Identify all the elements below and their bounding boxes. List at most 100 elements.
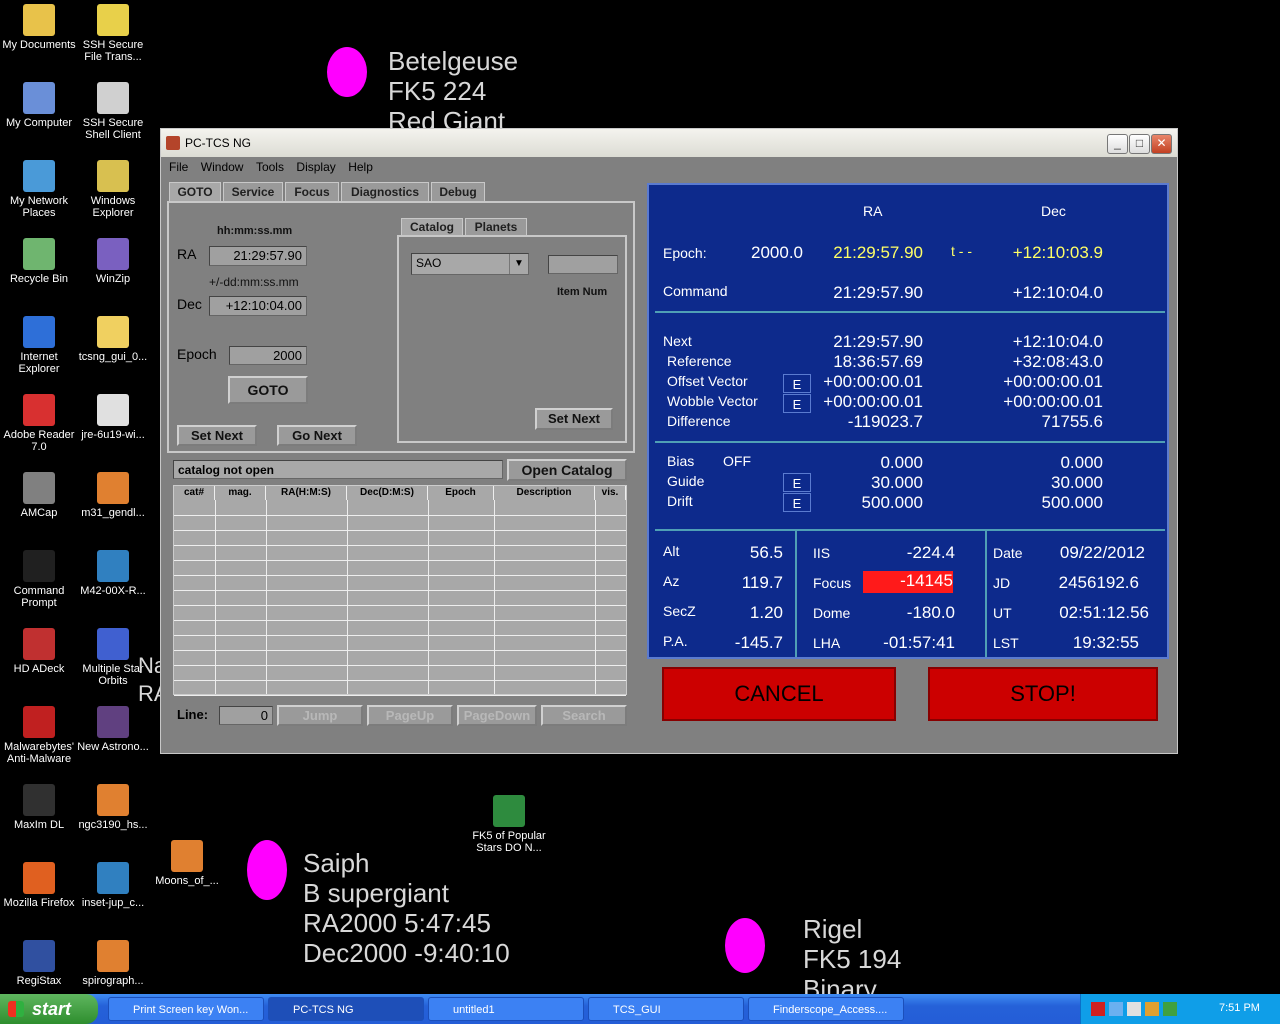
tab-goto[interactable]: GOTO xyxy=(169,182,221,201)
desktop-icon-registax[interactable]: RegiStax xyxy=(0,940,78,987)
desktop-icon-malwarebytes[interactable]: Malwarebytes' Anti-Malware xyxy=(0,706,78,765)
my-network-places-icon xyxy=(23,160,55,192)
task-untitled1[interactable]: untitled1 xyxy=(428,997,584,1021)
desktop-icon-label: AMCap xyxy=(20,507,58,519)
epoch-input[interactable]: 2000 xyxy=(229,346,307,365)
goto-button[interactable]: GOTO xyxy=(228,376,308,404)
wobble-vector-edit-button[interactable]: E xyxy=(783,394,811,413)
col-description[interactable]: Description xyxy=(494,486,595,500)
tab-focus[interactable]: Focus xyxy=(285,182,339,201)
stop-button[interactable]: STOP! xyxy=(928,667,1158,721)
jump-button[interactable]: Jump xyxy=(277,705,363,726)
reference-label: Reference xyxy=(667,353,732,369)
set-next-button[interactable]: Set Next xyxy=(177,425,257,446)
go-next-button[interactable]: Go Next xyxy=(277,425,357,446)
volume-icon[interactable] xyxy=(1127,1002,1141,1016)
desktop-icon-maxim-dl[interactable]: MaxIm DL xyxy=(0,784,78,831)
desktop-icon-ssh-file-transfer[interactable]: SSH Secure File Trans... xyxy=(74,4,152,63)
desktop-icon-my-network-places[interactable]: My Network Places xyxy=(0,160,78,219)
desktop-icon-jre-installer[interactable]: jre-6u19-wi... xyxy=(74,394,152,441)
menu-file[interactable]: File xyxy=(169,160,188,174)
divider-v1 xyxy=(795,531,797,657)
dec-label: Dec xyxy=(177,296,202,312)
wobble-vector-dec-value: +00:00:00.01 xyxy=(1003,392,1103,411)
desktop-icon-m31-image[interactable]: m31_gendl... xyxy=(74,472,152,519)
desktop-icon-m42-image[interactable]: M42-00X-R... xyxy=(74,550,152,597)
search-button[interactable]: Search xyxy=(541,705,627,726)
desktop-icon-fk5-spreadsheet[interactable]: FK5 of Popular Stars DO N... xyxy=(470,795,548,854)
tab-service[interactable]: Service xyxy=(223,182,283,201)
jd-value: 2456192.6 xyxy=(1058,573,1139,592)
desktop-icon-command-prompt[interactable]: Command Prompt xyxy=(0,550,78,609)
update-icon[interactable] xyxy=(1163,1002,1177,1016)
col-dec[interactable]: Dec(D:M:S) xyxy=(347,486,428,500)
divider-v2 xyxy=(985,531,987,657)
col-ra[interactable]: RA(H:M:S) xyxy=(266,486,347,500)
desktop-icon-windows-explorer[interactable]: Windows Explorer xyxy=(74,160,152,219)
tab-catalog[interactable]: Catalog xyxy=(401,218,463,235)
col-epoch[interactable]: Epoch xyxy=(428,486,494,500)
menu-window[interactable]: Window xyxy=(201,160,244,174)
task-pc-tcs[interactable]: PC-TCS NG xyxy=(268,997,424,1021)
page-up-button[interactable]: PageUp xyxy=(367,705,453,726)
cancel-button[interactable]: CANCEL xyxy=(662,667,896,721)
difference-dec-value: 71755.6 xyxy=(1041,412,1103,431)
open-catalog-button[interactable]: Open Catalog xyxy=(507,459,627,481)
bias-ra-value: 0.000 xyxy=(880,453,923,472)
maximize-button[interactable]: □ xyxy=(1129,134,1150,154)
table-body[interactable] xyxy=(174,500,626,696)
desktop-icon-moons-image[interactable]: Moons_of_... xyxy=(148,840,226,887)
desktop-icon-winzip[interactable]: WinZip xyxy=(74,238,152,285)
dec-input[interactable]: +12:10:04.00 xyxy=(209,296,307,316)
jre-installer-icon xyxy=(97,394,129,426)
tcsng-gui-folder-icon xyxy=(97,316,129,348)
offset-vector-edit-button[interactable]: E xyxy=(783,374,811,393)
drift-edit-button[interactable]: E xyxy=(783,493,811,512)
catalog-set-next-button[interactable]: Set Next xyxy=(535,408,613,430)
line-input[interactable]: 0 xyxy=(219,706,273,725)
desktop-icon-my-documents[interactable]: My Documents xyxy=(0,4,78,51)
window-titlebar[interactable]: PC-TCS NG _ □ ✕ xyxy=(161,129,1177,158)
desktop-icon-recycle-bin[interactable]: Recycle Bin xyxy=(0,238,78,285)
desktop-icon-ssh-shell-client[interactable]: SSH Secure Shell Client xyxy=(74,82,152,141)
desktop-icon-adobe-reader[interactable]: Adobe Reader 7.0 xyxy=(0,394,78,453)
desktop-icon-spirograph[interactable]: spirograph... xyxy=(74,940,152,987)
clock[interactable]: 7:51 PM xyxy=(1219,1002,1260,1014)
epoch-label: Epoch xyxy=(177,346,217,362)
desktop-icon-hd-adeck[interactable]: HD ADeck xyxy=(0,628,78,675)
network-icon[interactable] xyxy=(1109,1002,1123,1016)
desktop-icon-amcap[interactable]: AMCap xyxy=(0,472,78,519)
security-icon[interactable] xyxy=(1145,1002,1159,1016)
menu-display[interactable]: Display xyxy=(296,160,335,174)
tab-planets[interactable]: Planets xyxy=(465,218,527,235)
divider-1 xyxy=(655,311,1165,313)
desktop-icon-tcsng-gui-folder[interactable]: tcsng_gui_0... xyxy=(74,316,152,363)
table-row-line xyxy=(174,545,626,546)
ra-input[interactable]: 21:29:57.90 xyxy=(209,246,307,266)
menu-tools[interactable]: Tools xyxy=(256,160,284,174)
close-button[interactable]: ✕ xyxy=(1151,134,1172,154)
guide-edit-button[interactable]: E xyxy=(783,473,811,492)
desktop-icon-my-computer[interactable]: My Computer xyxy=(0,82,78,129)
bias-dec-value: 0.000 xyxy=(1060,453,1103,472)
desktop-icon-mozilla-firefox[interactable]: Mozilla Firefox xyxy=(0,862,78,909)
task-finderscope[interactable]: Finderscope_Access.... xyxy=(748,997,904,1021)
item-num-input[interactable] xyxy=(548,255,618,274)
page-down-button[interactable]: PageDown xyxy=(457,705,537,726)
desktop-icon-ngc3190-image[interactable]: ngc3190_hs... xyxy=(74,784,152,831)
task-print-screen[interactable]: Print Screen key Won... xyxy=(108,997,264,1021)
desktop-icon-internet-explorer[interactable]: Internet Explorer xyxy=(0,316,78,375)
col-cat[interactable]: cat# xyxy=(174,486,215,500)
desktop-icon-new-astronomy[interactable]: New Astrono... xyxy=(74,706,152,753)
desktop-icon-inset-jupiter[interactable]: inset-jup_c... xyxy=(74,862,152,909)
col-vis[interactable]: vis. xyxy=(595,486,626,500)
ati-icon[interactable] xyxy=(1091,1002,1105,1016)
col-mag[interactable]: mag. xyxy=(215,486,266,500)
minimize-button[interactable]: _ xyxy=(1107,134,1128,154)
menu-help[interactable]: Help xyxy=(348,160,373,174)
tab-debug[interactable]: Debug xyxy=(431,182,485,201)
tab-diagnostics[interactable]: Diagnostics xyxy=(341,182,429,201)
start-button[interactable]: start xyxy=(0,994,98,1024)
task-tcs-gui[interactable]: TCS_GUI xyxy=(588,997,744,1021)
catalog-select[interactable]: SAO ▼ xyxy=(411,253,529,275)
